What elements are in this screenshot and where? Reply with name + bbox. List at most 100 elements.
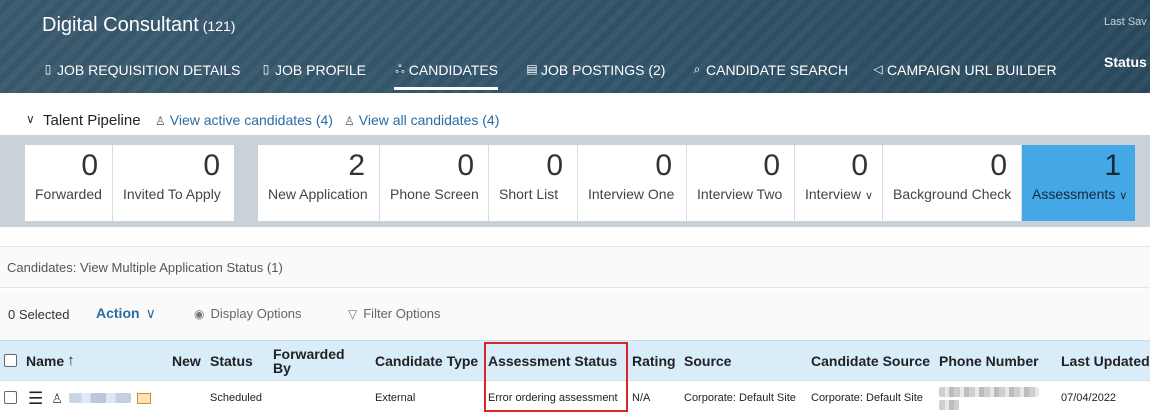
- status-label: Status: [1104, 54, 1147, 70]
- chevron-down-icon[interactable]: ∨: [26, 112, 35, 126]
- table-header: Name ↑ New Status Forwarded By Candidate …: [0, 340, 1150, 380]
- view-all-label: View all candidates (4): [358, 112, 500, 128]
- tab-campaign-url-builder[interactable]: ◁ CAMPAIGN URL BUILDER: [872, 58, 1062, 93]
- stage-label: Phone Screen: [390, 186, 479, 202]
- view-active-label: View active candidates (4): [169, 112, 333, 128]
- column-header-status[interactable]: Status: [210, 341, 270, 381]
- stage-label-text: Assessments: [1032, 186, 1116, 202]
- column-label: Forwarded By: [273, 346, 345, 376]
- stage-label: Interview ∨: [805, 186, 873, 202]
- column-label: Candidate Type: [375, 353, 479, 369]
- phone-number-cell: [939, 381, 1044, 415]
- column-header-candidate-type[interactable]: Candidate Type: [375, 341, 483, 381]
- stage-short-list[interactable]: 0 Short List: [489, 145, 578, 221]
- megaphone-icon: ◁: [873, 62, 883, 76]
- column-header-forwarded-by[interactable]: Forwarded By: [273, 341, 363, 381]
- stage-label: Background Check: [893, 186, 1012, 202]
- stage-label: New Application: [268, 186, 368, 202]
- last-updated-cell: 07/04/2022: [1061, 391, 1117, 404]
- status-cell: Scheduled: [210, 391, 262, 404]
- column-label: Status: [210, 353, 253, 369]
- eye-icon: ◉: [194, 307, 205, 321]
- stage-assessments[interactable]: 1 Assessments ∨: [1022, 145, 1135, 221]
- tab-job-requisition-details[interactable]: ▯ JOB REQUISITION DETAILS: [42, 58, 260, 93]
- document-icon: ▯: [44, 62, 52, 76]
- tab-bar: ▯ JOB REQUISITION DETAILS ▯ JOB PROFILE …: [42, 58, 1062, 93]
- filter-options-button[interactable]: ▽ Filter Options: [348, 306, 441, 321]
- selected-count: 0 Selected: [8, 307, 70, 322]
- tab-job-postings[interactable]: ▤ JOB POSTINGS (2): [526, 58, 691, 93]
- stage-interview[interactable]: 0 Interview ∨: [795, 145, 883, 221]
- job-title-text: Digital Consultant: [42, 14, 199, 36]
- stage-count: 2: [348, 149, 365, 182]
- tab-label: JOB REQUISITION DETAILS: [57, 62, 241, 78]
- job-header: Digital Consultant (121) Last Sav Status …: [0, 0, 1150, 93]
- stage-new-application[interactable]: 2 New Application: [258, 145, 380, 221]
- column-header-name[interactable]: Name ↑: [26, 341, 166, 381]
- stage-phone-screen[interactable]: 0 Phone Screen: [380, 145, 489, 221]
- tab-label: CAMPAIGN URL BUILDER: [887, 62, 1057, 78]
- stage-label: Interview One: [588, 186, 675, 202]
- column-header-new[interactable]: New: [172, 341, 208, 381]
- stage-interview-two[interactable]: 0 Interview Two: [687, 145, 795, 221]
- sort-ascending-icon: ↑: [67, 352, 75, 369]
- candidate-name-redacted[interactable]: [68, 393, 131, 403]
- chevron-down-icon[interactable]: ∨: [1119, 190, 1127, 202]
- column-header-source[interactable]: Source: [684, 341, 804, 381]
- stage-count: 0: [851, 149, 868, 182]
- candidate-source-cell: Corporate: Default Site: [811, 391, 923, 404]
- column-header-rating[interactable]: Rating: [632, 341, 682, 381]
- tab-candidate-search[interactable]: ⌕ CANDIDATE SEARCH: [691, 58, 872, 93]
- tab-spacer: [498, 58, 526, 93]
- stage-count: 1: [1104, 149, 1121, 182]
- person-icon: ♙: [51, 390, 63, 406]
- stage-label: Assessments ∨: [1032, 186, 1127, 202]
- stage-label-text: Interview: [805, 186, 862, 202]
- column-header-assessment-status[interactable]: Assessment Status: [488, 341, 628, 381]
- view-active-candidates-link[interactable]: ♙ View active candidates (4): [155, 112, 333, 128]
- stage-count: 0: [655, 149, 672, 182]
- select-all-checkbox[interactable]: [4, 354, 17, 367]
- resume-icon[interactable]: [136, 392, 151, 404]
- stage-count: 0: [81, 149, 98, 182]
- column-label: New: [172, 353, 201, 369]
- tab-label: CANDIDATE SEARCH: [706, 62, 849, 78]
- filter-icon: ▽: [348, 307, 358, 321]
- column-header-last-updated[interactable]: Last Updated: [1061, 341, 1150, 381]
- candidates-toolbar: 0 Selected Action ∨ ◉ Display Options ▽ Fil…: [0, 289, 1150, 339]
- name-cell: ☰ ♙: [28, 381, 168, 415]
- column-header-candidate-source[interactable]: Candidate Source: [811, 341, 936, 381]
- tab-job-profile[interactable]: ▯ JOB PROFILE: [260, 58, 394, 93]
- column-header-phone-number[interactable]: Phone Number: [939, 341, 1059, 381]
- display-options-button[interactable]: ◉ Display Options: [194, 306, 302, 321]
- stage-group-pre: 0 Forwarded 0 Invited To Apply: [25, 145, 234, 221]
- display-options-label: Display Options: [210, 306, 302, 321]
- candidates-title: Candidates: View Multiple Application St…: [7, 260, 283, 275]
- search-icon: ⌕: [693, 62, 701, 76]
- hamburger-menu-icon[interactable]: ☰: [28, 390, 43, 407]
- chevron-down-icon: ∨: [145, 305, 156, 321]
- stage-count: 0: [763, 149, 780, 182]
- action-label: Action: [96, 305, 140, 321]
- stage-count: 0: [457, 149, 474, 182]
- stage-background-check[interactable]: 0 Background Check: [883, 145, 1022, 221]
- stage-label: Invited To Apply: [123, 186, 221, 202]
- document-icon: ▯: [262, 62, 270, 76]
- table-row: ☰ ♙ Scheduled External Error ordering as…: [0, 380, 1150, 414]
- candidates-section-header: Candidates: View Multiple Application St…: [0, 246, 1150, 288]
- tab-label: JOB POSTINGS (2): [541, 62, 666, 78]
- last-saved-text: Last Sav: [1104, 16, 1147, 28]
- chevron-down-icon[interactable]: ∨: [865, 190, 873, 202]
- filter-options-label: Filter Options: [363, 306, 441, 321]
- column-label: Phone Number: [939, 353, 1039, 369]
- view-all-candidates-link[interactable]: ♙ View all candidates (4): [344, 112, 499, 128]
- rating-cell: N/A: [632, 391, 651, 404]
- action-menu-button[interactable]: Action ∨: [96, 305, 156, 322]
- tab-candidates[interactable]: ஃ CANDIDATES: [394, 58, 498, 93]
- stage-count: 0: [546, 149, 563, 182]
- column-label: Assessment Status: [488, 353, 618, 369]
- row-checkbox[interactable]: [4, 391, 17, 404]
- stage-interview-one[interactable]: 0 Interview One: [578, 145, 687, 221]
- stage-invited-to-apply[interactable]: 0 Invited To Apply: [113, 145, 234, 221]
- stage-forwarded[interactable]: 0 Forwarded: [25, 145, 113, 221]
